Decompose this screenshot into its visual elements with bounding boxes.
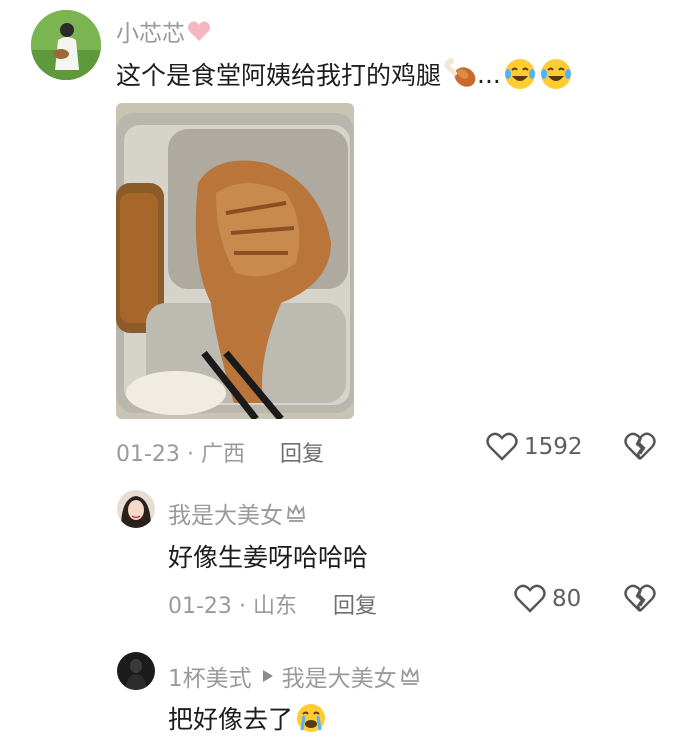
- poultry-leg-emoji: [444, 58, 476, 87]
- heart-outline-icon: [486, 432, 518, 461]
- username[interactable]: 小芯芯: [116, 14, 211, 48]
- reply-button[interactable]: 回复: [280, 436, 324, 468]
- like-count: 80: [552, 586, 582, 612]
- username[interactable]: 我是大美女: [168, 496, 306, 530]
- avatar[interactable]: [31, 10, 101, 80]
- broken-heart-icon[interactable]: [624, 432, 656, 462]
- broken-heart-icon[interactable]: [624, 584, 656, 614]
- username[interactable]: 1杯美式 我是大美女: [168, 659, 420, 693]
- avatar[interactable]: [117, 652, 155, 690]
- crown-icon: [287, 503, 305, 522]
- reply-button[interactable]: 回复: [333, 588, 377, 620]
- like-button[interactable]: 1592: [486, 432, 583, 462]
- comment-meta: 01-23 · 山东: [168, 594, 297, 619]
- tears-of-joy-emoji: [540, 59, 571, 89]
- like-count: 1592: [524, 434, 583, 460]
- comment-text: 把好像去了: [168, 700, 327, 736]
- triangle-right-icon: [262, 670, 273, 682]
- tears-of-joy-emoji: [504, 59, 535, 89]
- comment-text: 好像生姜呀哈哈哈: [168, 543, 369, 572]
- comment-meta: 01-23 · 广西: [116, 442, 245, 467]
- crying-face-emoji: [297, 704, 326, 732]
- heart-outline-icon: [514, 584, 546, 613]
- comment-photo[interactable]: [116, 103, 354, 419]
- like-button[interactable]: 80: [514, 584, 581, 614]
- avatar[interactable]: [117, 490, 155, 528]
- comment-1: 小芯芯 这个是食堂阿姨给我打的鸡腿 ... 01-23 · 广西 回复 1592: [0, 0, 690, 480]
- pink-heart-icon: [188, 21, 210, 41]
- comment-text: 这个是食堂阿姨给我打的鸡腿 ...: [116, 55, 573, 93]
- crown-icon: [400, 666, 419, 685]
- reply-to-user[interactable]: 我是大美女: [282, 659, 397, 693]
